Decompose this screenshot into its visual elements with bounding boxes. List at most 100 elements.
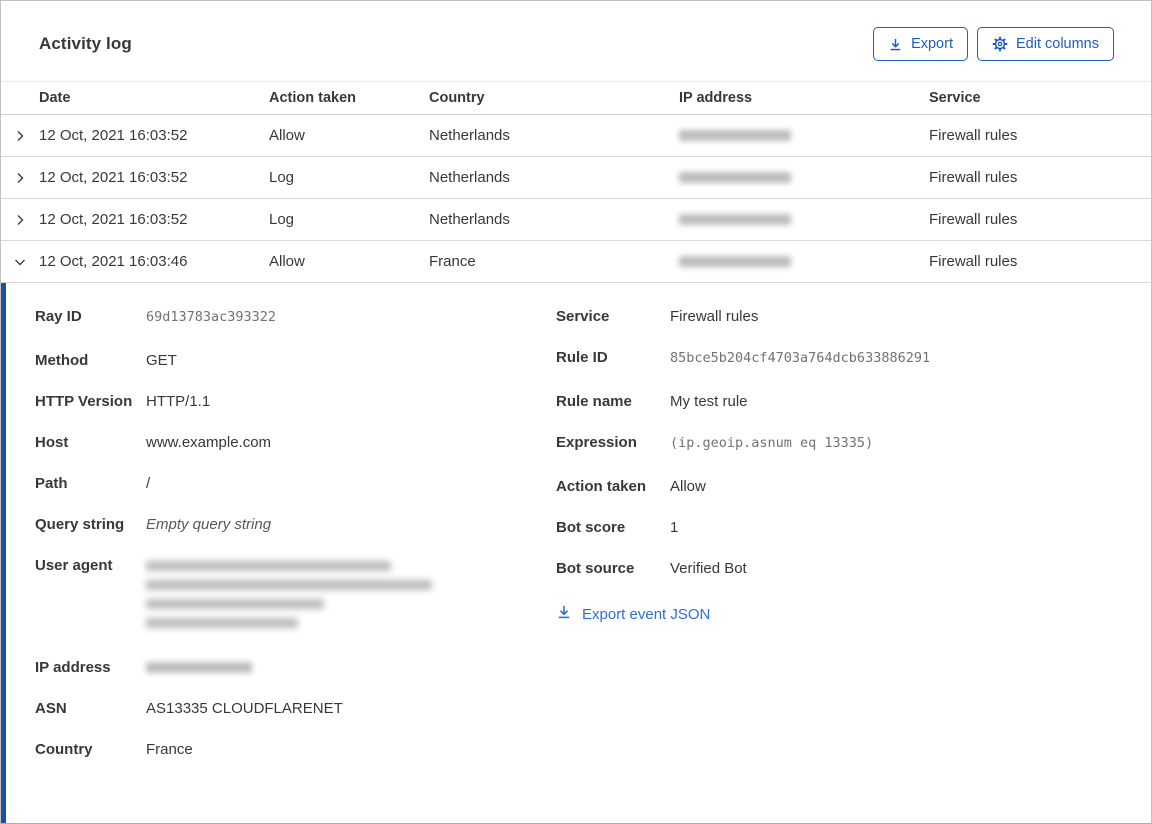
activity-log-card: Activity log Export Edit columns Date Ac…	[0, 0, 1152, 824]
redacted-user-agent-blur	[146, 556, 556, 637]
row-date: 12 Oct, 2021 16:03:52	[39, 211, 188, 228]
detail-field-label: ASN	[35, 700, 67, 717]
column-header-date: Date	[39, 90, 71, 106]
row-action-taken: Log	[269, 169, 295, 186]
export-button-label: Export	[911, 36, 953, 52]
row-country: Netherlands	[429, 169, 510, 186]
table-row[interactable]: 12 Oct, 2021 16:03:52 Log Netherlands Fi…	[1, 157, 1151, 199]
detail-field-value: Allow	[670, 478, 706, 495]
detail-field-value: Firewall rules	[670, 308, 759, 325]
detail-field-label: Bot source	[556, 560, 635, 577]
detail-field: Rule name My test rule	[556, 392, 1151, 412]
row-ip-address-redacted	[679, 130, 929, 141]
export-button[interactable]: Export	[873, 27, 968, 61]
expand-row-button[interactable]	[1, 255, 39, 269]
detail-field-label: IP address	[35, 659, 111, 676]
row-date: 12 Oct, 2021 16:03:46	[39, 253, 188, 270]
page-title: Activity log	[39, 34, 132, 53]
detail-field-label: Expression	[556, 434, 637, 451]
event-detail-panel: Ray ID 69d13783ac393322 Method GET HTTP …	[1, 283, 1151, 823]
detail-field: Action taken Allow	[556, 477, 1151, 497]
edit-columns-button-label: Edit columns	[1015, 36, 1099, 52]
row-service: Firewall rules	[929, 211, 1018, 228]
expand-row-button[interactable]	[1, 213, 39, 227]
detail-field: Bot source Verified Bot	[556, 559, 1151, 579]
row-country: Netherlands	[429, 211, 510, 228]
row-action-taken: Allow	[269, 127, 305, 144]
redacted-ip-blur	[679, 130, 791, 141]
edit-columns-button[interactable]: Edit columns	[976, 27, 1114, 61]
download-icon	[556, 604, 572, 624]
detail-field-label: Method	[35, 352, 89, 369]
gear-icon	[992, 36, 1008, 52]
detail-field-value: My test rule	[670, 393, 748, 410]
row-service: Firewall rules	[929, 169, 1018, 186]
detail-field: Rule ID 85bce5b204cf4703a764dcb633886291	[556, 348, 1151, 371]
detail-field-value: /	[146, 475, 151, 492]
detail-field: Expression (ip.geoip.asnum eq 13335)	[556, 433, 1151, 456]
table-row[interactable]: 12 Oct, 2021 16:03:46 Allow France Firew…	[1, 241, 1151, 283]
topbar: Activity log Export Edit columns	[1, 1, 1151, 81]
detail-field: Query string Empty query string	[35, 515, 556, 535]
detail-field-value: HTTP/1.1	[146, 393, 211, 410]
chevron-right-icon	[17, 172, 24, 183]
detail-field-value	[146, 658, 556, 673]
detail-field-label: Rule name	[556, 393, 632, 410]
detail-left-column: Ray ID 69d13783ac393322 Method GET HTTP …	[35, 307, 556, 781]
table-body: 12 Oct, 2021 16:03:52 Allow Netherlands …	[1, 115, 1151, 283]
download-icon	[888, 37, 903, 52]
chevron-down-icon	[15, 259, 25, 265]
row-date: 12 Oct, 2021 16:03:52	[39, 127, 188, 144]
detail-right-column: Service Firewall rules Rule ID 85bce5b20…	[556, 307, 1151, 625]
detail-field-value: (ip.geoip.asnum eq 13335)	[670, 435, 874, 451]
row-service: Firewall rules	[929, 127, 1018, 144]
row-action-taken: Allow	[269, 253, 305, 270]
detail-field-label: Rule ID	[556, 349, 608, 366]
detail-field-value: 1	[670, 519, 679, 536]
row-date: 12 Oct, 2021 16:03:52	[39, 169, 188, 186]
expand-row-button[interactable]	[1, 129, 39, 143]
detail-field-label: Country	[35, 741, 93, 758]
detail-field-label: HTTP Version	[35, 393, 133, 410]
detail-field: Path /	[35, 474, 556, 494]
detail-field-label: Ray ID	[35, 308, 82, 325]
detail-field-label: User agent	[35, 557, 113, 574]
detail-field-label: Action taken	[556, 478, 647, 495]
detail-field-value: Verified Bot	[670, 560, 747, 577]
row-ip-address-redacted	[679, 214, 929, 225]
expand-row-button[interactable]	[1, 171, 39, 185]
row-ip-address-redacted	[679, 172, 929, 183]
table-row[interactable]: 12 Oct, 2021 16:03:52 Allow Netherlands …	[1, 115, 1151, 157]
detail-field: ASN AS13335 CLOUDFLARENET	[35, 699, 556, 719]
detail-field: IP address	[35, 658, 556, 678]
row-service: Firewall rules	[929, 253, 1018, 270]
detail-field-label: Service	[556, 308, 610, 325]
detail-field: Country France	[35, 740, 556, 760]
detail-field-value: 85bce5b204cf4703a764dcb633886291	[670, 350, 931, 366]
detail-field-label: Bot score	[556, 519, 626, 536]
redacted-ip-blur	[679, 256, 791, 267]
chevron-right-icon	[17, 130, 24, 141]
detail-field-value: Empty query string	[146, 516, 272, 533]
row-country: Netherlands	[429, 127, 510, 144]
detail-field: Host www.example.com	[35, 433, 556, 453]
detail-field-label: Query string	[35, 516, 125, 533]
row-country: France	[429, 253, 476, 270]
detail-field-value: www.example.com	[146, 434, 272, 451]
toolbar: Export Edit columns	[873, 27, 1114, 61]
export-event-json-link[interactable]: Export event JSON	[556, 604, 710, 624]
detail-field: Ray ID 69d13783ac393322	[35, 307, 556, 330]
column-header-service: Service	[929, 90, 981, 106]
column-header-action-taken: Action taken	[269, 90, 357, 106]
detail-field: Service Firewall rules	[556, 307, 1151, 327]
table-row[interactable]: 12 Oct, 2021 16:03:52 Log Netherlands Fi…	[1, 199, 1151, 241]
detail-field-label: Path	[35, 475, 68, 492]
export-event-json-label: Export event JSON	[582, 605, 711, 623]
detail-field: Method GET	[35, 351, 556, 371]
column-header-ip-address: IP address	[679, 90, 753, 106]
detail-field-value: GET	[146, 352, 177, 369]
detail-field-value: 69d13783ac393322	[146, 309, 277, 325]
detail-field-label: Host	[35, 434, 69, 451]
row-ip-address-redacted	[679, 256, 929, 267]
detail-field: User agent	[35, 556, 556, 637]
